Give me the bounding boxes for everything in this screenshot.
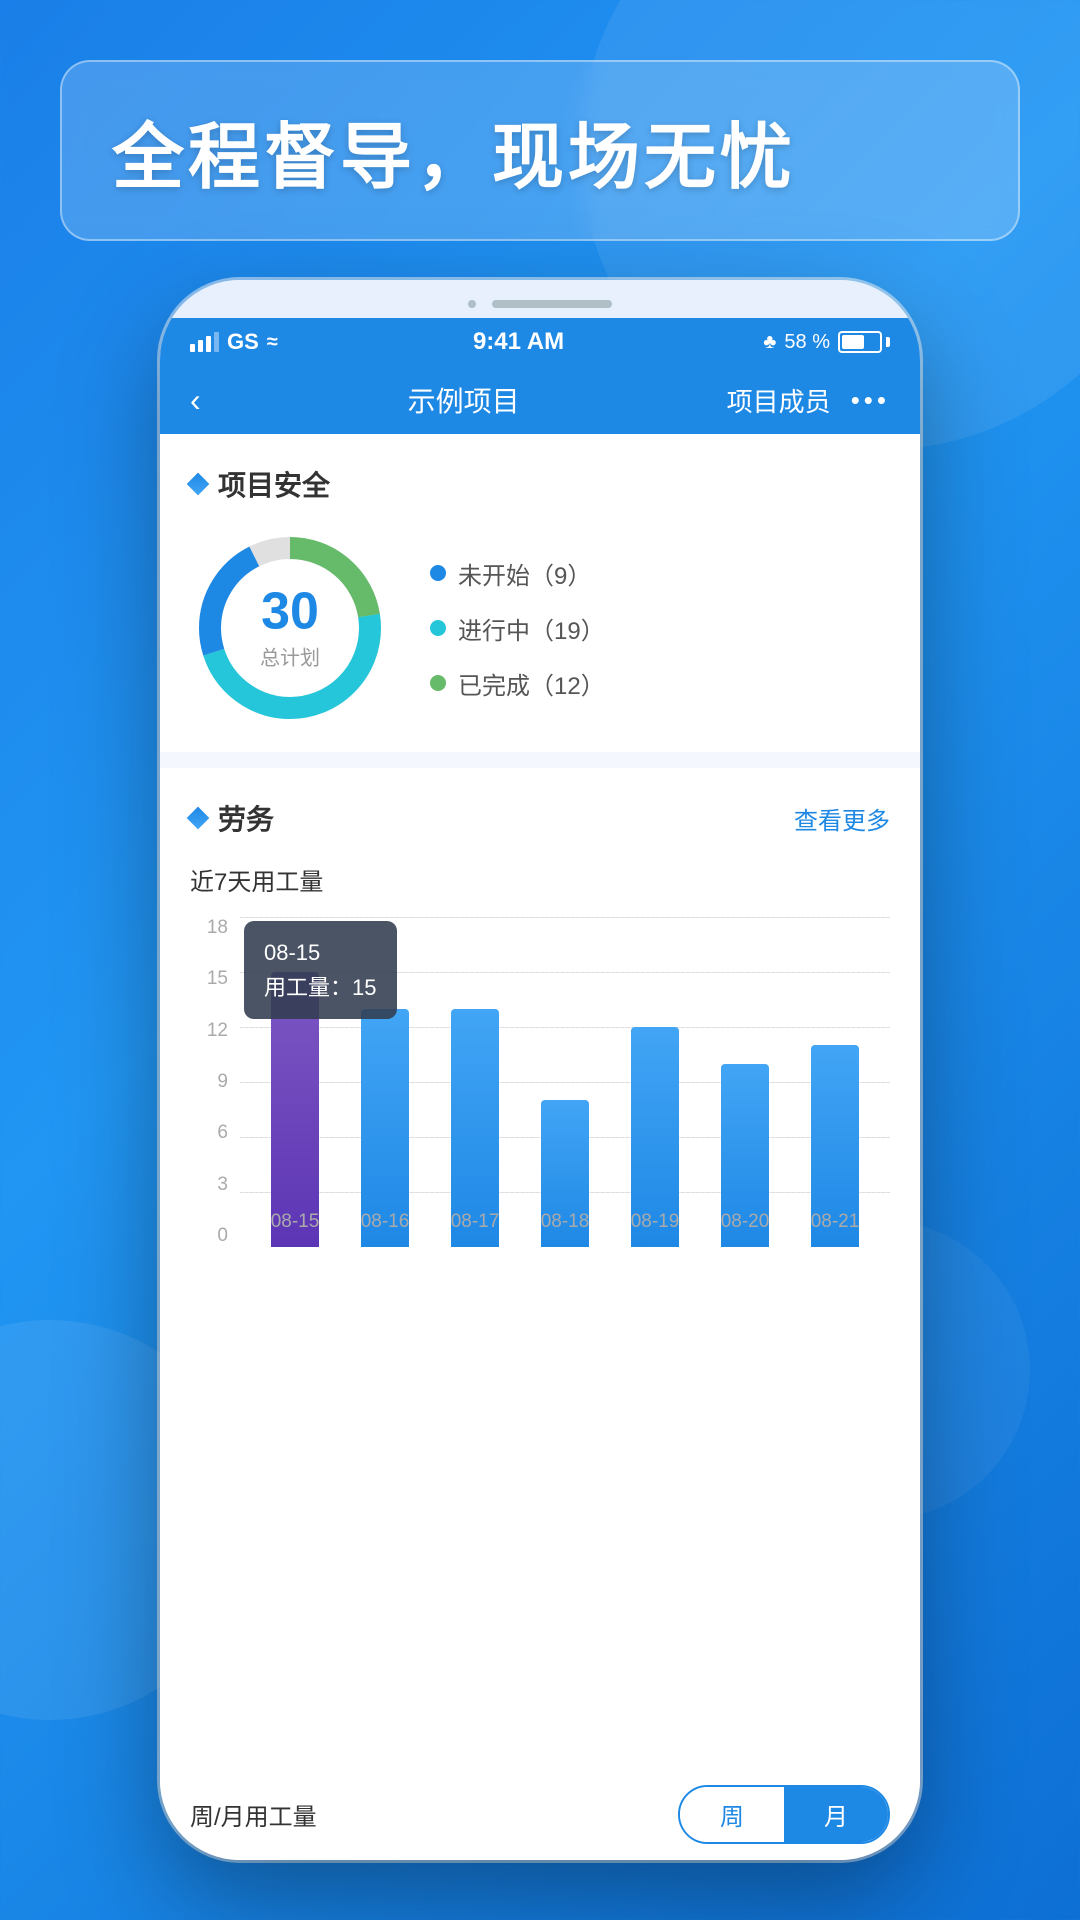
more-button[interactable]: ••• [851,385,890,416]
y-label-12: 12 [190,1020,236,1042]
battery-container [838,331,890,353]
x-axis: 08-15 08-16 08-17 08-18 08-19 08-20 08-2… [240,1197,890,1247]
legend-item-not-started: 未开始（9） [430,556,890,591]
bar-chart: 18 15 12 9 6 3 0 [190,917,890,1297]
phone-top-bar [160,280,920,318]
y-label-6: 6 [190,1122,236,1144]
legend-label-0: 未开始（9） [458,556,591,591]
chart-area: 08-15 用工量：15 08-15 08-16 08-17 08-18 08-… [240,917,890,1247]
carrier-label: GS [227,329,259,355]
x-label-0818: 08-18 [541,1211,590,1233]
bottom-bar: 周/月用工量 周 月 [160,1769,920,1860]
wifi-icon: ≈ [267,331,278,354]
x-label-0819: 08-19 [631,1211,680,1233]
legend: 未开始（9） 进行中（19） 已完成（12） [430,556,890,701]
signal-bar-1 [190,344,195,352]
safety-diamond-icon [187,473,210,496]
y-label-18: 18 [190,917,236,939]
labor-title: 劳务 [218,798,274,838]
y-label-3: 3 [190,1174,236,1196]
nav-right: 项目成员 ••• [727,382,890,419]
legend-dot-blue [430,565,446,581]
legend-label-2: 已完成（12） [458,666,605,701]
legend-dot-green [430,675,446,691]
donut-number: 30 [260,586,320,638]
toggle-group[interactable]: 周 月 [678,1785,890,1844]
signal-bar-4 [214,332,219,352]
phone-speaker [468,300,476,308]
labor-header: 劳务 查看更多 [190,798,890,838]
labor-more-button[interactable]: 查看更多 [794,801,890,836]
battery-box [838,331,882,353]
tagline-banner: 全程督导，现场无忧 [60,60,1020,241]
member-button[interactable]: 项目成员 [727,382,831,419]
donut-label: 总计划 [260,642,320,671]
x-label-0816: 08-16 [361,1211,410,1233]
phone-mockup: GS ≈ 9:41 AM ♣ 58 % ‹ 示例项目 项目成员 ••• [160,280,920,1860]
y-label-15: 15 [190,968,236,990]
y-label-0: 0 [190,1225,236,1247]
safety-header: 项目安全 [190,464,890,504]
back-button[interactable]: ‹ [190,382,201,419]
legend-item-in-progress: 进行中（19） [430,611,890,646]
legend-label-1: 进行中（19） [458,611,605,646]
signal-bars [190,332,219,352]
nav-title: 示例项目 [408,380,520,420]
status-bar: GS ≈ 9:41 AM ♣ 58 % [160,318,920,366]
donut-chart: 30 总计划 [190,528,390,728]
signal-bar-2 [198,340,203,352]
x-label-0817: 08-17 [451,1211,500,1233]
x-label-0820: 08-20 [721,1211,770,1233]
status-left: GS ≈ [190,329,278,355]
toggle-week-button[interactable]: 周 [680,1787,784,1842]
battery-tip [886,337,890,347]
status-time: 9:41 AM [473,328,564,356]
safety-title: 项目安全 [218,464,330,504]
bluetooth-icon: ♣ [759,331,776,354]
phone-mic-bar [492,300,612,308]
battery-fill [842,335,864,349]
legend-dot-cyan [430,620,446,636]
signal-bar-3 [206,336,211,352]
safety-content: 30 总计划 未开始（9） 进行中（19） [190,528,890,728]
nav-bar: ‹ 示例项目 项目成员 ••• [160,366,920,434]
chart-label: 近7天用工量 [190,862,890,897]
battery-percent: 58 % [784,331,830,354]
status-right: ♣ 58 % [759,331,890,354]
y-axis: 18 15 12 9 6 3 0 [190,917,236,1247]
toggle-month-button[interactable]: 月 [784,1787,888,1842]
bottom-bar-label: 周/月用工量 [190,1797,317,1832]
y-label-9: 9 [190,1071,236,1093]
labor-section: 劳务 查看更多 近7天用工量 18 15 12 9 6 3 0 [160,768,920,1769]
safety-section: 项目安全 30 [160,434,920,752]
x-label-0815: 08-15 [271,1211,320,1233]
donut-center: 30 总计划 [260,586,320,671]
tagline-text: 全程督导，现场无忧 [112,98,968,203]
labor-diamond-icon [187,807,210,830]
legend-item-completed: 已完成（12） [430,666,890,701]
main-content: 项目安全 30 [160,434,920,1860]
x-label-0821: 08-21 [811,1211,860,1233]
